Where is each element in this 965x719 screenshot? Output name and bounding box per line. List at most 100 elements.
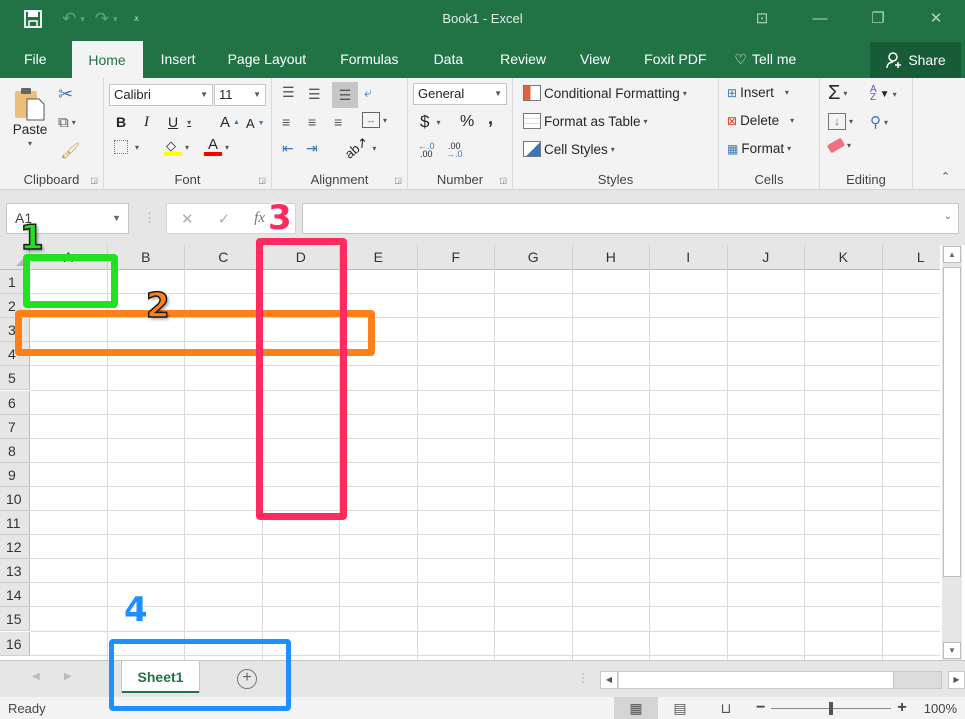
format-painter-icon[interactable]: 🖌	[60, 141, 80, 161]
scroll-down-icon[interactable]: ▼	[943, 642, 961, 659]
scroll-right-icon[interactable]: ▶	[948, 671, 965, 689]
column-header-j[interactable]: J	[727, 245, 805, 270]
align-right-icon[interactable]: ≡	[334, 114, 342, 130]
tab-data[interactable]: Data	[415, 40, 483, 78]
row-header-12[interactable]: 12	[0, 535, 30, 560]
align-middle-icon[interactable]: ☰	[308, 86, 321, 103]
enter-icon[interactable]: ✓	[218, 210, 231, 228]
clipboard-launcher-icon[interactable]: ◲	[90, 176, 98, 185]
currency-button[interactable]: $ ▾	[420, 112, 440, 132]
zoom-level[interactable]: 100%	[924, 701, 957, 716]
increase-decimal-button[interactable]: ←.0.00	[418, 142, 435, 159]
number-launcher-icon[interactable]: ◲	[499, 176, 507, 185]
italic-button[interactable]: I	[144, 114, 149, 131]
decrease-indent-icon[interactable]: ⇤	[282, 140, 294, 157]
borders-button[interactable]: ▾	[114, 140, 139, 154]
font-name-select[interactable]: Calibri ▼	[109, 84, 213, 106]
column-header-h[interactable]: H	[572, 245, 650, 270]
decrease-decimal-button[interactable]: .00 →.0	[446, 142, 463, 159]
align-center-icon[interactable]: ≡	[308, 114, 316, 130]
column-header-b[interactable]: B	[107, 245, 185, 270]
column-header-g[interactable]: G	[495, 245, 573, 270]
scroll-up-icon[interactable]: ▲	[943, 246, 961, 263]
close-icon[interactable]: ✕	[907, 0, 965, 40]
tab-file[interactable]: File	[0, 40, 59, 78]
fill-button[interactable]: ↓ ▾	[828, 113, 853, 130]
zoom-in-button[interactable]: +	[897, 699, 906, 717]
page-break-view-button[interactable]: ⊔	[704, 697, 748, 719]
column-header-c[interactable]: C	[185, 245, 263, 270]
paste-dropdown-icon[interactable]: ▾	[28, 139, 32, 148]
wrap-text-icon[interactable]: ⤶	[364, 84, 372, 101]
page-layout-view-button[interactable]: ▤	[658, 697, 702, 719]
delete-cells-button[interactable]: ⊠ Delete ▾	[727, 113, 794, 128]
fill-color-button[interactable]: ◇ ▾	[164, 138, 189, 156]
column-header-l[interactable]: L	[882, 245, 940, 270]
row-header-15[interactable]: 15	[0, 607, 30, 632]
increase-font-size-button[interactable]: A ▲	[220, 114, 240, 131]
font-color-button[interactable]: A ▾	[204, 137, 229, 156]
tab-foxit-pdf[interactable]: Foxit PDF	[626, 40, 724, 78]
conditional-formatting-button[interactable]: Conditional Formatting ▾	[523, 85, 687, 101]
format-as-table-button[interactable]: Format as Table ▾	[523, 113, 648, 129]
bold-button[interactable]: B	[116, 114, 126, 130]
comma-button[interactable]: ,	[488, 108, 493, 129]
find-select-button[interactable]: ⚲ ▾	[870, 113, 888, 131]
zoom-out-button[interactable]: −	[756, 699, 765, 717]
align-bottom-icon[interactable]: ☰	[332, 82, 358, 108]
row-header-16[interactable]: 16	[0, 631, 30, 656]
autosum-button[interactable]: Σ ▾	[828, 82, 847, 105]
row-header-8[interactable]: 8	[0, 438, 30, 463]
tab-view[interactable]: View	[564, 40, 626, 78]
font-size-select[interactable]: 11 ▼	[214, 84, 266, 106]
scroll-left-icon[interactable]: ◀	[601, 672, 618, 688]
clear-button[interactable]: ▾	[826, 137, 851, 154]
vertical-scrollbar[interactable]: ▲ ▼	[942, 245, 962, 660]
insert-cells-button[interactable]: ⊞ Insert ▾	[727, 85, 789, 100]
prev-sheet-icon[interactable]: ◀	[32, 671, 40, 682]
increase-indent-icon[interactable]: ⇥	[306, 140, 318, 157]
tab-review[interactable]: Review	[482, 40, 564, 78]
expand-formula-bar-icon[interactable]: ⌄	[944, 211, 952, 222]
alignment-launcher-icon[interactable]: ◲	[394, 176, 402, 185]
row-header-13[interactable]: 13	[0, 559, 30, 584]
decrease-font-size-button[interactable]: A ▼	[246, 116, 265, 131]
font-launcher-icon[interactable]: ◲	[258, 176, 266, 185]
tab-page-layout[interactable]: Page Layout	[210, 40, 325, 78]
percent-button[interactable]: %	[460, 113, 474, 131]
row-header-9[interactable]: 9	[0, 462, 30, 487]
tab-insert[interactable]: Insert	[147, 40, 210, 78]
share-button[interactable]: Share	[870, 42, 961, 78]
tab-formulas[interactable]: Formulas	[324, 40, 414, 78]
tab-home[interactable]: Home	[71, 41, 143, 78]
cell-styles-button[interactable]: Cell Styles ▾	[523, 141, 615, 157]
restore-icon[interactable]: ❐	[849, 0, 907, 40]
tab-split-handle-icon[interactable]: ⋮	[577, 671, 589, 685]
collapse-ribbon-icon[interactable]: ⌃	[941, 170, 950, 183]
sort-filter-button[interactable]: A Z ▼ ▾	[870, 85, 897, 103]
paste-button[interactable]: Paste ▾	[12, 86, 48, 148]
tell-me-search[interactable]: ♡ Tell me	[724, 40, 806, 78]
cut-icon[interactable]: ✂	[58, 84, 73, 105]
row-header-5[interactable]: 5	[0, 366, 30, 391]
column-header-e[interactable]: E	[340, 245, 418, 270]
row-header-14[interactable]: 14	[0, 583, 30, 608]
minimize-icon[interactable]: —	[791, 0, 849, 40]
ribbon-display-options-icon[interactable]: ⊡	[733, 0, 791, 40]
formula-input[interactable]: ⌄	[302, 203, 959, 234]
number-format-select[interactable]: General ▼	[413, 83, 507, 105]
vertical-scroll-thumb[interactable]	[943, 267, 961, 577]
row-header-10[interactable]: 10	[0, 486, 30, 511]
zoom-slider-thumb[interactable]	[829, 701, 834, 715]
orientation-button[interactable]: ab↗ ▾	[342, 134, 377, 162]
resize-handle-icon[interactable]: ⋮	[143, 210, 156, 226]
underline-button[interactable]: U ▾	[168, 114, 191, 130]
format-cells-button[interactable]: ▦ Format ▾	[727, 141, 791, 156]
column-header-f[interactable]: F	[417, 245, 495, 270]
insert-function-icon[interactable]: fx	[254, 210, 265, 227]
merge-center-button[interactable]: ↔ ▾	[362, 112, 387, 128]
column-header-i[interactable]: I	[650, 245, 728, 270]
zoom-slider[interactable]	[771, 701, 892, 715]
align-left-icon[interactable]: ≡	[282, 114, 290, 130]
row-header-7[interactable]: 7	[0, 414, 30, 439]
